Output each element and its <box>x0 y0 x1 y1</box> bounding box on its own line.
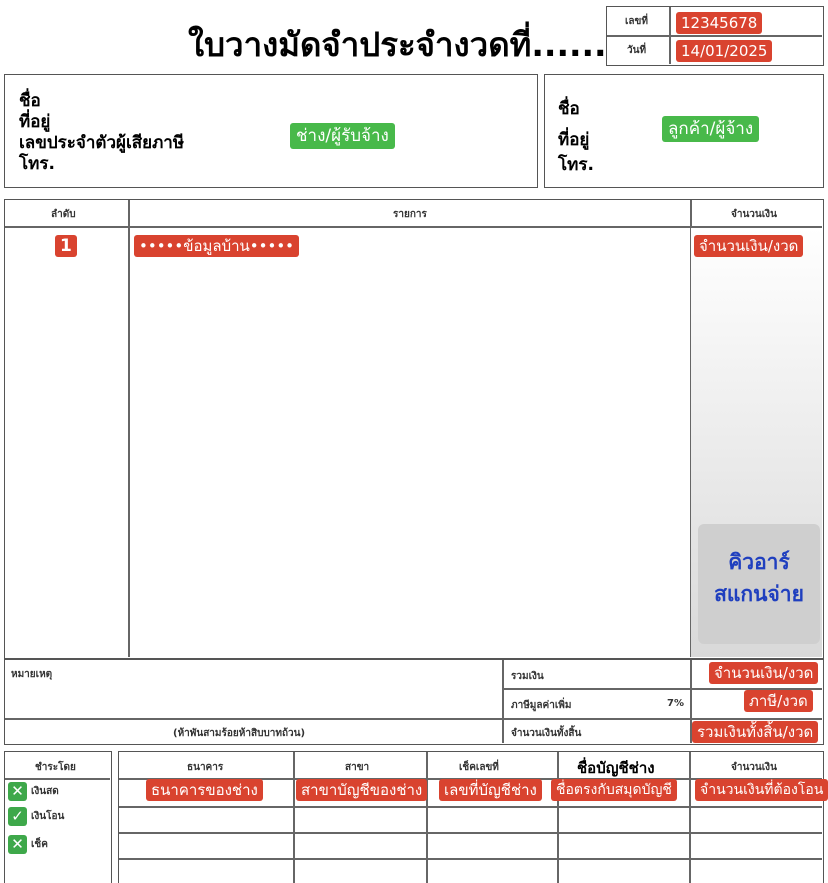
col-header-branch: สาขา <box>345 762 370 773</box>
qr-code-placeholder: คิวอาร์ สแกนจ่าย <box>698 524 820 644</box>
doc-no-label: เลขที่ <box>625 16 648 27</box>
col-header-account: เช็คเลขที่ <box>459 762 499 773</box>
total-label: จำนวนเงินทั้งสิ้น <box>511 728 582 739</box>
method-cheque-row[interactable]: ✕ เช็ค <box>8 835 48 854</box>
item-row-number: 1 <box>55 235 77 257</box>
col-header-account-name: ชื่อบัญชีช่าง <box>577 759 655 777</box>
bank-value: ธนาคารของช่าง <box>146 779 263 801</box>
x-mark-icon: ✕ <box>8 835 27 854</box>
qr-text-line1: คิวอาร์ <box>728 550 790 574</box>
page-title: ใบวางมัดจำประจำงวดที่...... <box>188 25 607 64</box>
qr-text-line2: สแกนจ่าย <box>714 582 804 606</box>
item-row-description: •••••ข้อมูลบ้าน••••• <box>134 235 300 257</box>
x-mark-icon: ✕ <box>8 782 27 801</box>
vat-label: ภาษีมูลค่าเพิ่ม <box>511 700 572 711</box>
contractor-tag: ช่าง/ผู้รับจ้าง <box>290 123 395 149</box>
contractor-address-label: ที่อยู่ <box>19 112 51 132</box>
branch-value: สาขาบัญชีของช่าง <box>296 779 428 801</box>
total-value: รวมเงินทั้งสิ้น/งวด <box>692 721 819 743</box>
vat-rate: 7% <box>667 698 684 709</box>
method-transfer-row[interactable]: ✓ เงินโอน <box>8 807 64 826</box>
customer-address-label: ที่อยู่ <box>558 130 590 150</box>
amount-value: จำนวนเงินที่ต้องโอน <box>695 779 828 801</box>
contractor-name-label: ชื่อ <box>19 91 41 111</box>
date-value: 14/01/2025 <box>676 40 773 62</box>
payment-details-table: ธนาคาร สาขา เช็คเลขที่ ชื่อบัญชีช่าง จำน… <box>118 751 824 883</box>
customer-name-label: ชื่อ <box>558 99 580 119</box>
customer-phone-label: โทร. <box>558 155 594 175</box>
contractor-taxid-label: เลขประจำตัวผู้เสียภาษี <box>19 133 185 153</box>
method-cash-row[interactable]: ✕ เงินสด <box>8 782 59 801</box>
method-cheque-label: เช็ค <box>31 839 48 850</box>
col-header-desc: รายการ <box>393 209 427 220</box>
col-header-amount: จำนวนเงิน <box>731 209 777 220</box>
check-mark-icon: ✓ <box>8 807 27 826</box>
col-header-amount: จำนวนเงิน <box>731 762 777 773</box>
item-row-amount: จำนวนเงิน/งวด <box>694 235 804 257</box>
contractor-phone-label: โทร. <box>19 154 55 174</box>
account-name-value: ชื่อตรงกับสมุดบัญชี <box>551 779 677 801</box>
method-transfer-label: เงินโอน <box>31 811 65 822</box>
customer-tag: ลูกค้า/ผู้จ้าง <box>662 116 760 142</box>
amount-in-words: (ห้าพันสามร้อยห้าสิบบาทถ้วน) <box>173 728 306 739</box>
doc-no-value: 12345678 <box>676 12 763 34</box>
col-header-no: ลำดับ <box>51 209 76 220</box>
col-header-bank: ธนาคาร <box>187 762 224 773</box>
method-cash-label: เงินสด <box>31 786 59 797</box>
subtotal-label: รวมเงิน <box>511 671 544 682</box>
date-label: วันที่ <box>627 45 647 56</box>
subtotal-value: จำนวนเงิน/งวด <box>709 662 819 684</box>
vat-value: ภาษี/งวด <box>744 690 813 712</box>
account-value: เลขที่บัญชีช่าง <box>439 779 542 801</box>
contractor-box: ชื่อ ที่อยู่ เลขประจำตัวผู้เสียภาษี โทร. <box>4 74 538 188</box>
remark-label: หมายเหตุ <box>11 669 53 680</box>
col-header-method: ชำระโดย <box>35 762 76 773</box>
